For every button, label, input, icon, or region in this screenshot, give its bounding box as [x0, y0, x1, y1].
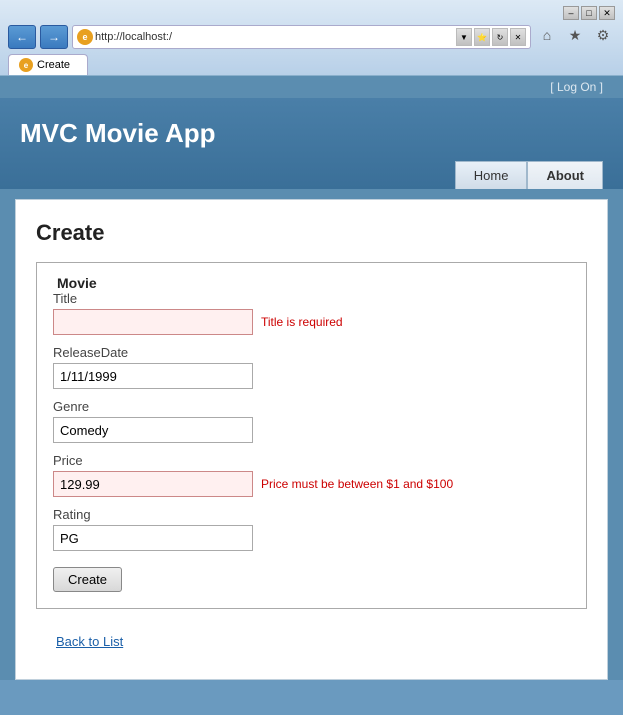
title-field: Title Title is required: [53, 291, 570, 335]
title-label: Title: [53, 291, 570, 306]
rating-label: Rating: [53, 507, 570, 522]
address-bar[interactable]: e ▼ ⭐ ↻ ✕: [72, 25, 531, 49]
settings-icon[interactable]: ⚙: [591, 24, 615, 46]
page-wrapper: [ Log On ] MVC Movie App Home About Crea…: [0, 76, 623, 680]
favorites-icon[interactable]: ★: [563, 24, 587, 46]
browser-chrome: – □ ✕ ← → e ▼ ⭐ ↻ ✕ ⌂ ★ ⚙ e Create: [0, 0, 623, 76]
address-input[interactable]: [95, 31, 454, 43]
genre-input[interactable]: [53, 417, 253, 443]
price-error: Price must be between $1 and $100: [261, 477, 453, 491]
active-tab[interactable]: e Create: [8, 54, 88, 75]
browser-toolbar: ← → e ▼ ⭐ ↻ ✕ ⌂ ★ ⚙: [8, 24, 615, 50]
site-header: MVC Movie App Home About: [0, 98, 623, 189]
rating-field: Rating: [53, 507, 570, 551]
maximize-button[interactable]: □: [581, 6, 597, 20]
genre-field: Genre: [53, 399, 570, 443]
refresh-button[interactable]: ↻: [492, 28, 508, 46]
page-heading: Create: [36, 220, 587, 246]
back-to-list-link[interactable]: Back to List: [56, 634, 123, 649]
title-input[interactable]: [53, 309, 253, 335]
site-container: [ Log On ] MVC Movie App Home About Crea…: [0, 76, 623, 680]
tab-icon: e: [19, 58, 33, 72]
tab-bar: e Create: [8, 54, 88, 75]
about-nav-button[interactable]: About: [527, 161, 603, 189]
price-row: Price must be between $1 and $100: [53, 471, 570, 497]
create-button[interactable]: Create: [53, 567, 122, 592]
browser-right-icons: ⌂ ★ ⚙: [535, 24, 615, 50]
back-button[interactable]: ←: [8, 25, 36, 49]
price-label: Price: [53, 453, 570, 468]
home-icon[interactable]: ⌂: [535, 24, 559, 46]
forward-button[interactable]: →: [40, 25, 68, 49]
stop-button[interactable]: ✕: [510, 28, 526, 46]
tab-title: Create: [37, 59, 70, 71]
content-area: Create Movie Title Title is required Rel…: [15, 199, 608, 680]
home-nav-button[interactable]: Home: [455, 161, 528, 189]
price-field: Price Price must be between $1 and $100: [53, 453, 570, 497]
close-button[interactable]: ✕: [599, 6, 615, 20]
release-date-input[interactable]: [53, 363, 253, 389]
minimize-button[interactable]: –: [563, 6, 579, 20]
browser-titlebar: – □ ✕: [8, 6, 615, 20]
rating-input[interactable]: [53, 525, 253, 551]
nav-bar: Home About: [20, 161, 603, 189]
site-title: MVC Movie App: [20, 110, 603, 161]
release-date-field: ReleaseDate: [53, 345, 570, 389]
movie-fieldset: Movie Title Title is required ReleaseDat…: [36, 262, 587, 609]
logon-bar: [ Log On ]: [0, 76, 623, 98]
price-input[interactable]: [53, 471, 253, 497]
browser-logo-icon: e: [77, 29, 93, 45]
title-row: Title is required: [53, 309, 570, 335]
title-error: Title is required: [261, 315, 343, 329]
bookmark-icon[interactable]: ⭐: [474, 28, 490, 46]
release-date-label: ReleaseDate: [53, 345, 570, 360]
dropdown-icon[interactable]: ▼: [456, 28, 472, 46]
genre-label: Genre: [53, 399, 570, 414]
fieldset-legend: Movie: [53, 275, 570, 291]
logon-link[interactable]: [ Log On ]: [550, 80, 603, 94]
footer-area: Back to List: [36, 625, 587, 659]
